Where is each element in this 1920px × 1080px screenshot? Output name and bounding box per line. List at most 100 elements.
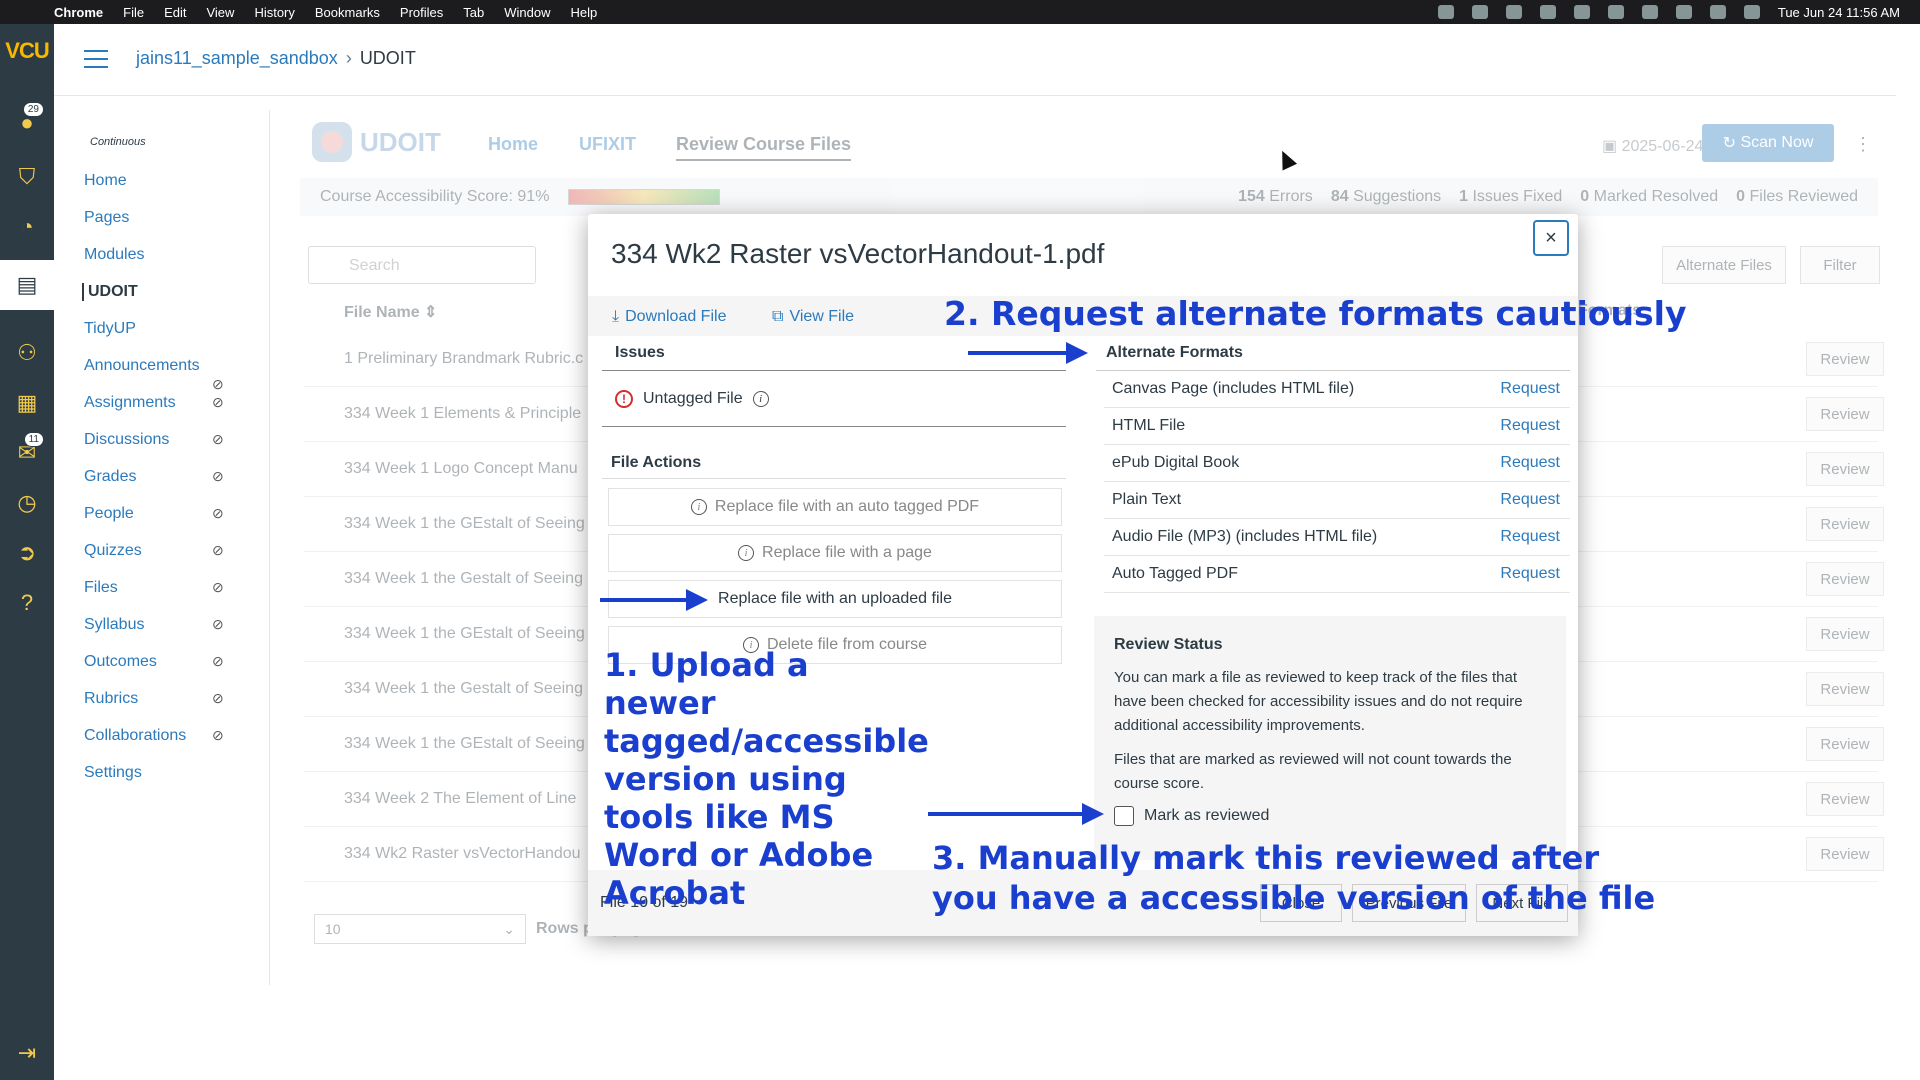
alternate-files-button[interactable]: Alternate Files: [1662, 246, 1786, 284]
menu-bookmarks[interactable]: Bookmarks: [315, 5, 380, 20]
review-button[interactable]: Review: [1806, 562, 1884, 596]
vcu-logo[interactable]: VCU: [0, 38, 54, 64]
history-icon[interactable]: ◷: [10, 486, 44, 520]
col-file-name[interactable]: File Name ⇕: [344, 302, 437, 322]
course-nav-quizzes[interactable]: Quizzes: [84, 542, 142, 560]
info-icon[interactable]: i: [752, 391, 769, 407]
request-link[interactable]: Request: [1500, 380, 1560, 398]
more-options-icon[interactable]: ⋮: [1854, 134, 1872, 155]
calendar-icon[interactable]: ▦: [10, 386, 44, 420]
course-navigation: Continuous Home Pages Modules UDOIT Tidy…: [54, 110, 270, 985]
wifi-icon[interactable]: [1675, 5, 1692, 19]
review-button[interactable]: Review: [1806, 672, 1884, 706]
commons-icon[interactable]: ➲: [10, 536, 44, 570]
courses-icon[interactable]: ▤: [0, 260, 54, 310]
request-link[interactable]: Request: [1500, 454, 1560, 472]
bluetooth-icon[interactable]: [1607, 5, 1624, 19]
menubar-clock[interactable]: Tue Jun 24 11:56 AM: [1778, 5, 1900, 20]
review-button[interactable]: Review: [1806, 782, 1884, 816]
menu-history[interactable]: History: [254, 5, 294, 20]
inbox-icon[interactable]: ✉ 11: [10, 432, 44, 470]
review-button[interactable]: Review: [1806, 837, 1884, 871]
groups-icon[interactable]: ⚇: [10, 336, 44, 370]
file-search-input[interactable]: Search: [308, 246, 536, 284]
request-link[interactable]: Request: [1500, 491, 1560, 509]
vpn-status-icon[interactable]: [1539, 5, 1556, 19]
menu-edit[interactable]: Edit: [164, 5, 186, 20]
request-link[interactable]: Request: [1500, 528, 1560, 546]
collapse-nav-icon[interactable]: ⇥: [10, 1036, 44, 1070]
menu-view[interactable]: View: [206, 5, 234, 20]
record-status-icon[interactable]: [1573, 5, 1590, 19]
help-icon[interactable]: ?: [10, 586, 44, 620]
zoom-status-icon[interactable]: [1437, 5, 1454, 19]
divider: [602, 478, 1066, 479]
tab-home[interactable]: Home: [488, 134, 538, 155]
course-nav-rubrics[interactable]: Rubrics: [84, 690, 138, 708]
course-nav-pages[interactable]: Pages: [84, 209, 129, 227]
replace-auto-tagged-pdf-button[interactable]: i Replace file with an auto tagged PDF: [608, 488, 1062, 526]
course-nav-files[interactable]: Files: [84, 579, 118, 597]
course-nav-announcements[interactable]: Announcements: [84, 357, 200, 375]
menu-file[interactable]: File: [123, 5, 144, 20]
request-link[interactable]: Request: [1500, 565, 1560, 583]
battery-icon[interactable]: [1641, 5, 1658, 19]
menu-help[interactable]: Help: [571, 5, 598, 20]
account-icon[interactable]: ● 29: [10, 102, 44, 140]
tab-review-course-files[interactable]: Review Course Files: [676, 134, 852, 161]
status-area: Tue Jun 24 11:56 AM: [1437, 0, 1900, 24]
review-status-header: Review Status: [1114, 636, 1223, 653]
review-button[interactable]: Review: [1806, 397, 1884, 431]
alternate-formats-header: Alternate Formats: [1106, 344, 1243, 361]
course-nav-syllabus[interactable]: Syllabus: [84, 616, 144, 634]
cloud-status-icon[interactable]: [1471, 5, 1488, 19]
course-nav-udoit[interactable]: UDOIT: [82, 283, 138, 301]
course-nav-home[interactable]: Home: [84, 172, 127, 190]
course-nav-grades[interactable]: Grades: [84, 468, 136, 486]
annotation-arrow: [928, 803, 1104, 825]
course-nav-tidyup[interactable]: TidyUP: [84, 320, 136, 338]
tab-ufixit[interactable]: UFIXIT: [579, 134, 636, 155]
menu-profiles[interactable]: Profiles: [400, 5, 443, 20]
alt-format-row: Canvas Page (includes HTML file) Request: [1104, 371, 1570, 408]
admin-icon[interactable]: ⛉: [10, 160, 44, 194]
spotlight-icon[interactable]: [1709, 5, 1726, 19]
review-button[interactable]: Review: [1806, 507, 1884, 541]
scan-date: ▣ 2025-06-24: [1602, 138, 1704, 155]
review-button[interactable]: Review: [1806, 452, 1884, 486]
course-nav-outcomes[interactable]: Outcomes: [84, 653, 157, 671]
breadcrumb-course-link[interactable]: jains11_sample_sandbox: [136, 48, 338, 68]
course-nav-discussions[interactable]: Discussions: [84, 431, 169, 449]
course-nav-modules[interactable]: Modules: [84, 246, 144, 264]
course-nav-collaborations[interactable]: Collaborations: [84, 727, 186, 745]
view-file-button[interactable]: ⧉ View File: [772, 308, 854, 326]
course-nav-people[interactable]: People: [84, 505, 134, 523]
udoit-brand: UDOIT: [360, 126, 441, 157]
replace-with-page-button[interactable]: i Replace file with a page: [608, 534, 1062, 572]
hidden-eye-icon: ⊘: [212, 690, 224, 706]
display-status-icon[interactable]: [1505, 5, 1522, 19]
annotation-arrow: [600, 589, 708, 611]
control-center-icon[interactable]: [1743, 5, 1760, 19]
download-file-button[interactable]: ⤓ Download File: [612, 308, 726, 326]
review-button[interactable]: Review: [1806, 727, 1884, 761]
close-icon[interactable]: ×: [1533, 220, 1569, 256]
menu-window[interactable]: Window: [504, 5, 550, 20]
hamburger-menu-icon[interactable]: [84, 50, 108, 68]
rows-per-page-select[interactable]: 10 ⌄: [314, 914, 526, 944]
hidden-eye-icon: ⊘: [212, 431, 224, 447]
review-button[interactable]: Review: [1806, 342, 1884, 376]
account-badge: 29: [22, 102, 44, 117]
scan-now-button[interactable]: ↻ Scan Now: [1702, 124, 1834, 162]
hidden-eye-icon: ⊘: [212, 727, 224, 743]
course-nav-settings[interactable]: Settings: [84, 764, 142, 782]
request-link[interactable]: Request: [1500, 417, 1560, 435]
mark-as-reviewed-checkbox[interactable]: Mark as reviewed: [1114, 806, 1546, 826]
checkbox-box[interactable]: [1114, 806, 1134, 826]
dashboard-icon[interactable]: ◔: [10, 210, 44, 244]
review-button[interactable]: Review: [1806, 617, 1884, 651]
filter-button[interactable]: Filter: [1800, 246, 1880, 284]
menu-tab[interactable]: Tab: [463, 5, 484, 20]
menu-app-name[interactable]: Chrome: [54, 5, 103, 20]
course-nav-assignments[interactable]: Assignments: [84, 394, 176, 412]
